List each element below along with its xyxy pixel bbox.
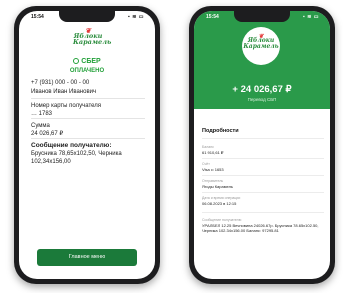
recipient-name: Иванов Иван Иванович (31, 89, 97, 95)
sum-value: 24 026,67 ₽ (31, 131, 64, 137)
transfer-amount: + 24 026,67 ₽ (232, 84, 292, 95)
divider (31, 118, 145, 119)
payment-status: ОПЛАЧЕНО (69, 68, 105, 74)
payment-receipt-screen: 15:54 ▪ ≋ ▭ ❦ Яблоки Карамель СБЕР ОПЛАЧ… (19, 11, 155, 279)
detail-value: УРАЛБЕЛ 12.25 Вечновина 24026.67р. Брусн… (202, 223, 319, 233)
divider (31, 138, 145, 139)
divider (202, 192, 324, 193)
message-label: Сообщение получателю: (31, 142, 112, 149)
divider (202, 175, 324, 176)
divider (202, 138, 324, 139)
detail-field: Баланс 61 910,61 ₽ (202, 145, 324, 155)
details-title: Подробности (202, 128, 239, 134)
phone-notch (59, 11, 115, 22)
message-block: Сообщение получателю: Брусника 78,65х102… (31, 142, 145, 166)
divider (31, 98, 145, 99)
transfer-subtitle: Перевод СБП (247, 97, 277, 102)
main-menu-button[interactable]: Главное меню (37, 249, 137, 266)
card-value: … 1783 (31, 111, 53, 117)
status-icons: ▪ ≋ ▭ (128, 14, 144, 20)
detail-value: 06.08.2023 в 12:15 (202, 201, 237, 206)
detail-value: Visa •• 1653 (202, 167, 224, 172)
phone-right: 15:54 ▪ ≋ ▭ ❦ Яблоки Карамель + 24 026,6… (189, 6, 335, 284)
logo-line2: Карамель (243, 43, 279, 50)
status-time: 15:54 (206, 14, 219, 20)
phone-notch (234, 11, 290, 22)
message-value: Брусника 78,65х102,50, Черника 102,34х15… (31, 151, 122, 165)
status-icons: ▪ ≋ ▭ (303, 14, 319, 20)
brand-logo-circle: ❦ Яблоки Карамель (242, 27, 280, 65)
bank-label: СБЕР (81, 58, 101, 65)
card-block: Номер карты получателя … 1783 (31, 102, 145, 118)
brand-logo: ❦ Яблоки Карамель (73, 27, 111, 48)
sum-block: Сумма 24 026,67 ₽ (31, 122, 145, 138)
detail-field: Отправитель Ягоды Карамель (202, 179, 324, 189)
status-time: 15:54 (31, 14, 44, 20)
divider (202, 212, 324, 213)
detail-value: 61 910,61 ₽ (202, 150, 224, 155)
sum-label: Сумма (31, 123, 50, 129)
detail-field: Сообщение получателю УРАЛБЕЛ 12.25 Вечно… (202, 218, 324, 233)
sber-check-icon (73, 58, 80, 64)
bank-name: СБЕР (19, 58, 155, 65)
detail-value: Ягоды Карамель (202, 184, 233, 189)
card-label: Номер карты получателя (31, 103, 102, 109)
divider (202, 158, 324, 159)
detail-field: Счёт Visa •• 1653 (202, 162, 324, 172)
detail-field: Дата и время операции 06.08.2023 в 12:15 (202, 196, 324, 206)
phone-left: 15:54 ▪ ≋ ▭ ❦ Яблоки Карамель СБЕР ОПЛАЧ… (14, 6, 160, 284)
transfer-details-screen: 15:54 ▪ ≋ ▭ ❦ Яблоки Карамель + 24 026,6… (194, 11, 330, 279)
recipient-phone: +7 (931) 000 - 00 - 00 (31, 80, 90, 86)
logo-line2: Карамель (73, 38, 112, 46)
